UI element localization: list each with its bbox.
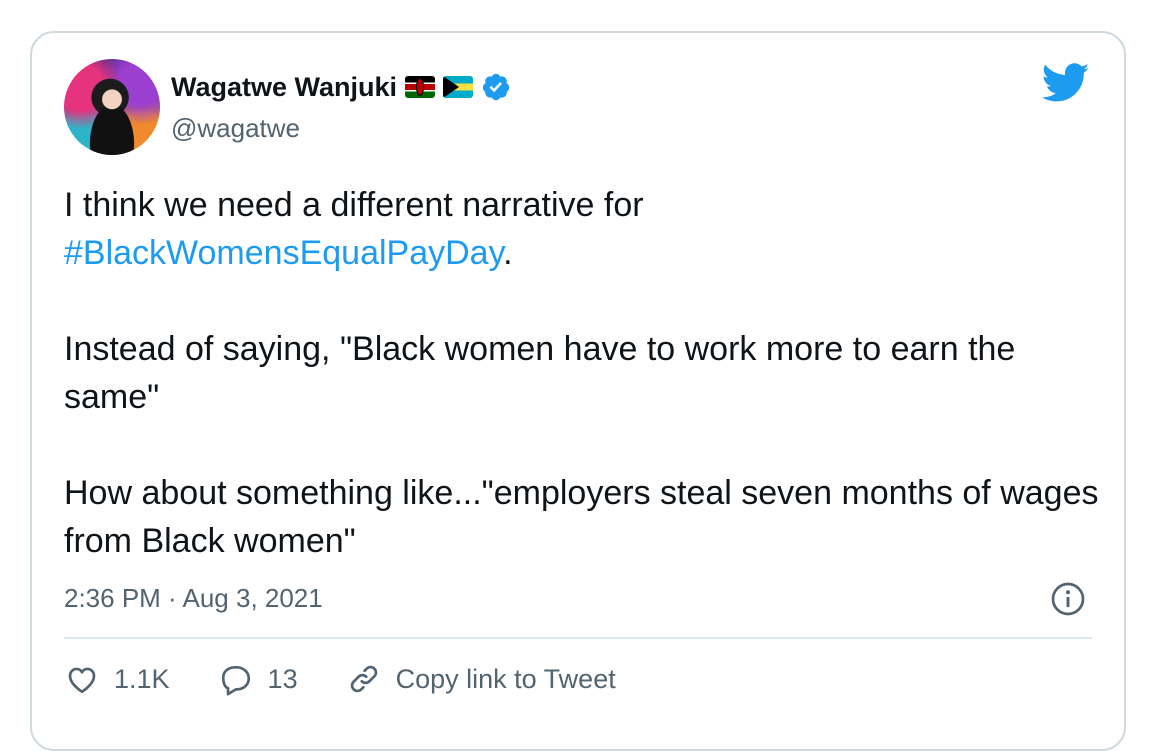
tweet-text: I think we need a different narrative fo… bbox=[64, 181, 1104, 565]
tweet-card: Wagatwe Wanjuki @wagatwe I think we need… bbox=[30, 31, 1126, 751]
like-button[interactable]: 1.1K bbox=[64, 661, 170, 697]
twitter-bird-icon[interactable] bbox=[1042, 63, 1090, 103]
link-icon bbox=[350, 665, 377, 693]
like-count: 1.1K bbox=[114, 663, 170, 694]
hashtag-suffix: . bbox=[503, 234, 513, 272]
bahamas-flag-icon bbox=[443, 76, 474, 98]
heart-icon bbox=[68, 667, 96, 694]
kenya-flag-icon bbox=[405, 76, 436, 98]
copy-link-label: Copy link to Tweet bbox=[395, 663, 616, 694]
tweet-line2: #BlackWomensEqualPayDay. bbox=[64, 229, 1104, 277]
copy-link-button[interactable]: Copy link to Tweet bbox=[346, 661, 616, 697]
divider bbox=[64, 637, 1092, 639]
action-bar: 1.1K 13 Copy link to Tweet bbox=[64, 661, 664, 697]
tweet-timestamp[interactable]: 2:36 PM · Aug 3, 2021 bbox=[64, 583, 323, 614]
avatar[interactable] bbox=[64, 59, 160, 155]
tweet-line1: I think we need a different narrative fo… bbox=[64, 186, 644, 224]
reply-button[interactable]: 13 bbox=[218, 661, 298, 697]
tweet-paragraph-2: Instead of saying, "Black women have to … bbox=[64, 330, 1016, 416]
author-name[interactable]: Wagatwe Wanjuki bbox=[171, 71, 397, 103]
author-handle[interactable]: @wagatwe bbox=[171, 113, 300, 144]
tweet-paragraph-3: How about something like..."employers st… bbox=[64, 474, 1099, 560]
author-row: Wagatwe Wanjuki bbox=[171, 71, 511, 103]
hashtag-link[interactable]: #BlackWomensEqualPayDay bbox=[64, 234, 503, 272]
reply-icon bbox=[221, 665, 250, 696]
verified-badge-icon bbox=[482, 73, 510, 101]
info-icon[interactable] bbox=[1050, 581, 1086, 617]
reply-count: 13 bbox=[267, 663, 298, 694]
